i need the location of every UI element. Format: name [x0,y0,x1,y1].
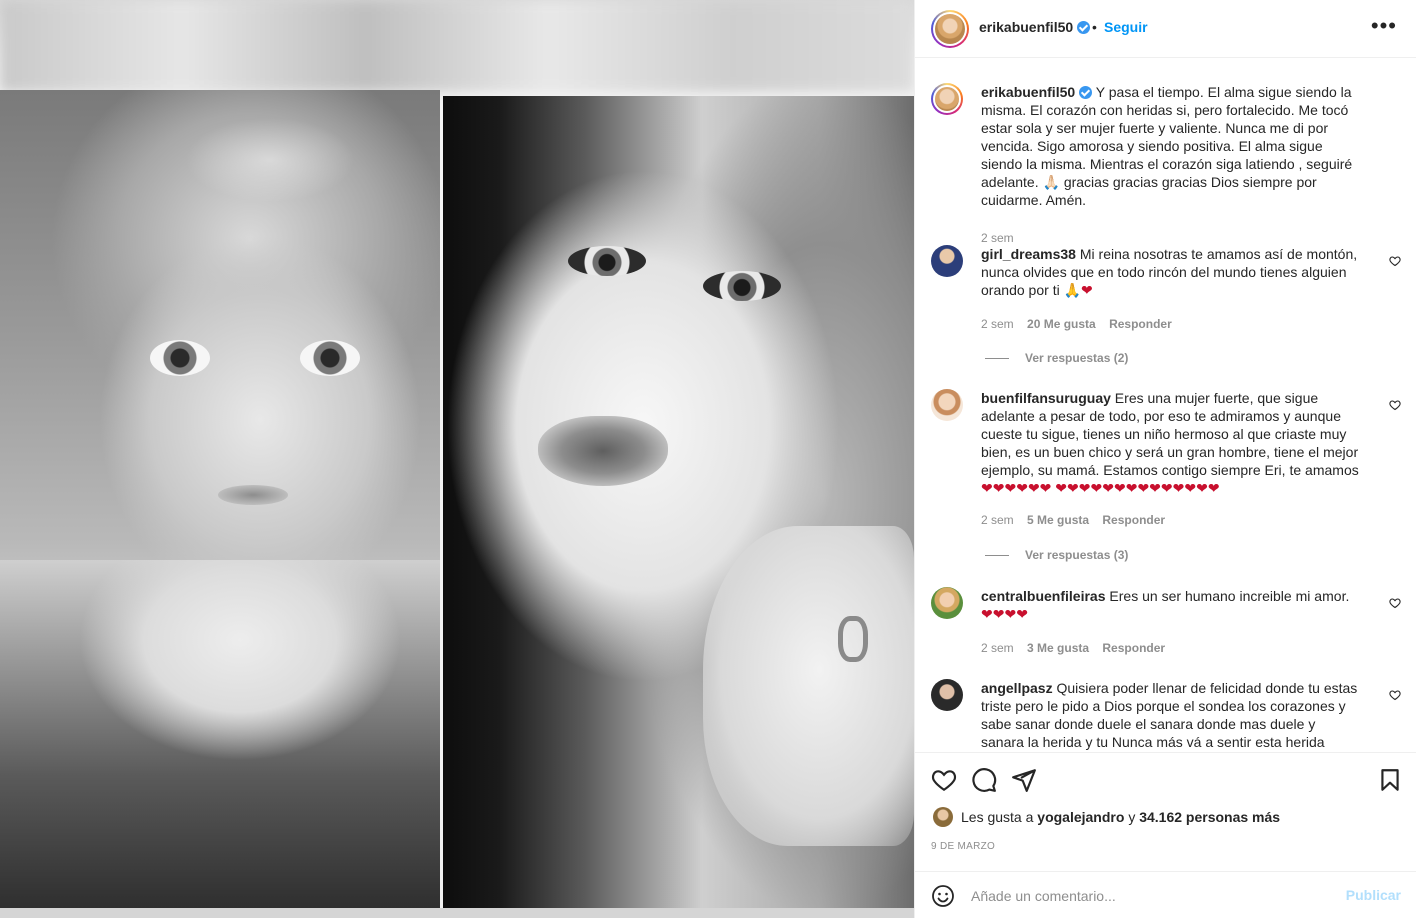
share-icon[interactable] [1011,767,1037,793]
mouth [218,485,288,505]
avatar-image [935,14,965,44]
comment-meta: 2 sem 3 Me gusta Responder [981,641,1175,655]
right-eye [703,271,781,301]
comment-body: buenfilfansuruguay Eres una mujer fuerte… [981,389,1361,497]
comment-meta: 2 sem 5 Me gusta Responder [981,513,1175,527]
heart-icon[interactable] [931,767,957,793]
verified-icon [1079,86,1093,99]
publish-button[interactable]: Publicar [1346,887,1401,903]
comment-likes[interactable]: 5 Me gusta [1027,513,1089,527]
media-blur-bottom [0,908,914,918]
comment-time[interactable]: 2 sem [981,317,1014,331]
likes-prefix: Les gusta a [961,809,1034,825]
reply-button[interactable]: Responder [1102,641,1165,655]
caption-username[interactable]: erikabuenfil50 [981,84,1075,100]
caption-body: erikabuenfil50 Y pasa el tiempo. El alma… [981,83,1361,209]
dress-shade [0,560,440,918]
author-username-link[interactable]: erikabuenfil50 [979,19,1091,35]
comment-icon[interactable] [971,767,997,793]
right-eye [300,340,360,376]
avatar-inner [933,12,967,46]
post-actions: Les gusta a yogalejandro y 34.162 person… [915,752,1416,918]
add-comment-input[interactable] [971,886,1331,906]
author-username[interactable]: erikabuenfil50 [979,19,1073,35]
ring [838,616,868,662]
commenter-avatar[interactable] [931,389,963,421]
caption-avatar[interactable] [931,83,963,115]
follow-button[interactable]: Seguir [1104,19,1148,35]
commenter-avatar[interactable] [931,587,963,619]
author-avatar[interactable] [931,10,969,48]
bookmark-icon[interactable] [1377,767,1403,793]
separator-dot: • [1092,19,1097,35]
comment-body: centralbuenfileiras Eres un ser humano i… [981,587,1361,623]
commenter-username[interactable]: buenfilfansuruguay [981,390,1111,406]
emoji-icon[interactable] [931,884,955,908]
comment-like-icon[interactable] [1389,399,1401,411]
view-replies-button[interactable]: Ver respuestas (2) [985,351,1128,365]
comment-like-icon[interactable] [1389,597,1401,609]
post-side-panel: erikabuenfil50 • Seguir ••• erikabuenfil… [914,0,1416,918]
add-comment-bar: Publicar [915,871,1416,918]
liker-username[interactable]: yogalejandro [1037,809,1124,825]
post-date[interactable]: 9 DE MARZO [931,841,995,852]
portrait-photo [443,96,914,918]
likes-summary: Les gusta a yogalejandro y 34.162 person… [933,807,1280,827]
hand [703,526,914,846]
post-header: erikabuenfil50 • Seguir ••• [915,0,1416,58]
commenter-username[interactable]: angellpasz [981,680,1053,696]
comment-item: centralbuenfileiras Eres un ser humano i… [931,587,1401,667]
reply-button[interactable]: Responder [1102,513,1165,527]
caption-avatar-image [933,85,961,113]
comment-meta: 2 sem 20 Me gusta Responder [981,317,1182,331]
more-icon[interactable]: ••• [1371,15,1397,37]
likes-middle: y [1128,809,1136,825]
lips [538,416,668,486]
commenter-username[interactable]: girl_dreams38 [981,246,1076,262]
post-caption: erikabuenfil50 Y pasa el tiempo. El alma… [931,83,1401,245]
comment-item: girl_dreams38 Mi reina nosotras te amamo… [931,245,1401,375]
likes-count[interactable]: 34.162 personas más [1139,809,1280,825]
comment-body: angellpasz Quisiera poder llenar de feli… [981,679,1361,752]
comment-item: angellpasz Quisiera poder llenar de feli… [931,679,1401,752]
post-media[interactable] [0,0,914,918]
liker-avatar[interactable] [933,807,953,827]
comment-likes[interactable]: 20 Me gusta [1027,317,1096,331]
commenter-username[interactable]: centralbuenfileiras [981,588,1106,604]
commenter-avatar[interactable] [931,245,963,277]
comment-likes[interactable]: 3 Me gusta [1027,641,1089,655]
comment-like-icon[interactable] [1389,689,1401,701]
left-eye [568,246,646,276]
commenter-avatar[interactable] [931,679,963,711]
comment-body: girl_dreams38 Mi reina nosotras te amamo… [981,245,1361,299]
caption-time[interactable]: 2 sem [981,231,1014,245]
comment-time[interactable]: 2 sem [981,513,1014,527]
caption-meta: 2 sem [981,231,1024,245]
left-eye [150,340,210,376]
view-replies-button[interactable]: Ver respuestas (3) [985,548,1128,562]
comment-like-icon[interactable] [1389,255,1401,267]
verified-icon [1077,21,1091,34]
comment-item: buenfilfansuruguay Eres una mujer fuerte… [931,389,1401,579]
childhood-photo [0,90,440,918]
comment-time[interactable]: 2 sem [981,641,1014,655]
reply-button[interactable]: Responder [1109,317,1172,331]
instagram-post-view: erikabuenfil50 • Seguir ••• erikabuenfil… [0,0,1416,918]
caption-text: Y pasa el tiempo. El alma sigue siendo l… [981,84,1353,208]
media-blur-top [0,0,914,92]
comments-list[interactable]: erikabuenfil50 Y pasa el tiempo. El alma… [915,59,1416,752]
